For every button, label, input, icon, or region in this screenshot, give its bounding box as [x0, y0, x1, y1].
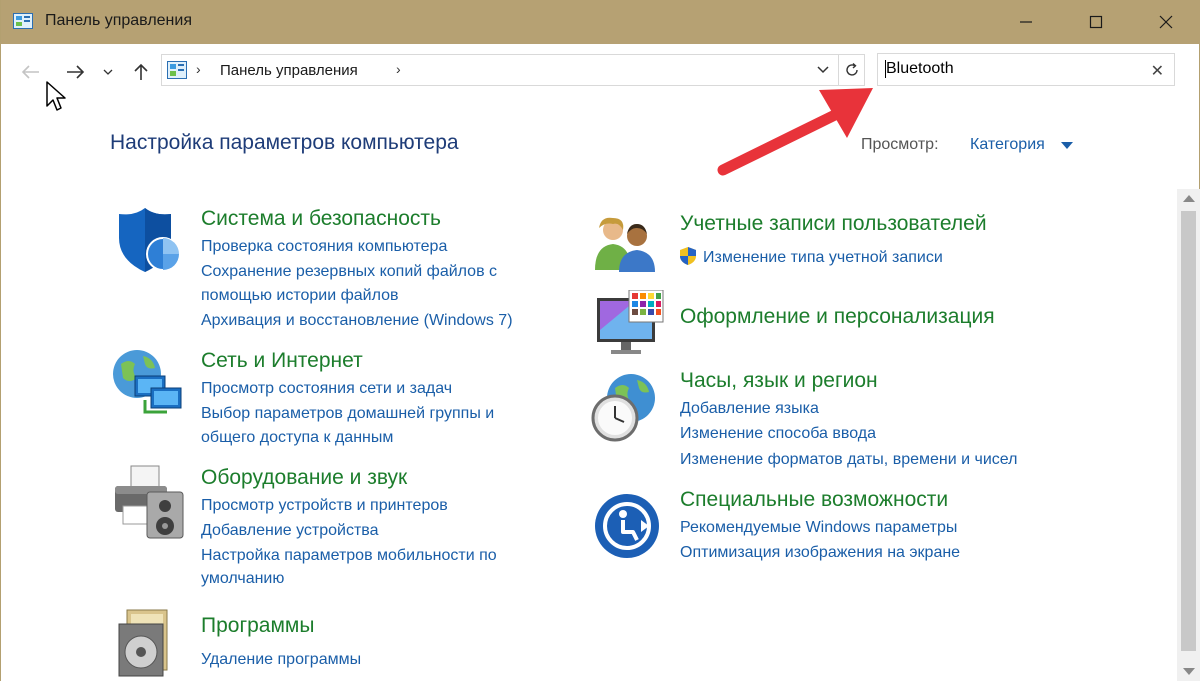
back-button[interactable] [19, 60, 43, 84]
link-add-device[interactable]: Добавление устройства [201, 521, 379, 541]
link-devices-printers[interactable]: Просмотр устройств и принтеров [201, 496, 448, 516]
minimize-icon [1020, 21, 1032, 23]
link-optimize-display[interactable]: Оптимизация изображения на экране [680, 543, 960, 563]
programs-disc-icon[interactable] [113, 608, 179, 678]
address-bar[interactable]: › Панель управления › [161, 54, 839, 86]
mouse-cursor-icon [46, 81, 66, 111]
link-network-status[interactable]: Просмотр состояния сети и задач [201, 379, 452, 399]
back-arrow-icon [21, 65, 39, 79]
link-change-date-formats[interactable]: Изменение форматов даты, времени и чисел [680, 450, 1017, 470]
link-file-history-backup-cont[interactable]: помощью истории файлов [201, 286, 399, 306]
control-panel-icon [13, 13, 33, 29]
refresh-icon [845, 62, 858, 76]
address-dropdown-icon[interactable] [816, 62, 830, 78]
page-title: Настройка параметров компьютера [110, 131, 459, 154]
up-button[interactable] [129, 60, 153, 84]
scrollbar-thumb[interactable] [1181, 211, 1196, 651]
title-bar: Панель управления [1, 0, 1200, 44]
link-add-language[interactable]: Добавление языка [680, 399, 819, 419]
recent-dropdown-icon [103, 69, 113, 75]
view-by-dropdown-arrow-icon[interactable] [1061, 142, 1073, 149]
link-change-input-method[interactable]: Изменение способа ввода [680, 424, 876, 444]
link-recommended-settings[interactable]: Рекомендуемые Windows параметры [680, 518, 957, 538]
category-title-system-security[interactable]: Система и безопасность [201, 207, 441, 231]
link-uninstall-program[interactable]: Удаление программы [201, 650, 361, 670]
category-title-clock-region[interactable]: Часы, язык и регион [680, 369, 878, 393]
search-box[interactable]: ✕ [877, 53, 1175, 86]
printer-icon[interactable] [111, 464, 187, 540]
network-globe-icon[interactable] [111, 348, 185, 418]
breadcrumb-control-panel[interactable]: Панель управления [220, 62, 358, 79]
shield-icon[interactable] [111, 208, 183, 274]
link-change-account-type[interactable]: Изменение типа учетной записи [703, 248, 943, 268]
uac-shield-icon [680, 247, 696, 265]
link-mobility-settings[interactable]: Настройка параметров мобильности по [201, 546, 497, 566]
vertical-scrollbar[interactable] [1177, 189, 1200, 681]
category-title-user-accounts[interactable]: Учетные записи пользователей [680, 212, 987, 236]
control-panel-icon [167, 61, 187, 79]
category-title-hardware-sound[interactable]: Оборудование и звук [201, 466, 407, 490]
monitor-palette-icon[interactable] [595, 290, 665, 358]
refresh-button[interactable] [839, 54, 865, 86]
accessibility-icon[interactable] [593, 492, 661, 560]
category-title-appearance[interactable]: Оформление и персонализация [680, 305, 995, 329]
maximize-button[interactable] [1061, 0, 1131, 44]
maximize-icon [1089, 15, 1103, 29]
link-homegroup-options[interactable]: Выбор параметров домашней группы и [201, 404, 494, 424]
scroll-down-icon[interactable] [1183, 668, 1195, 675]
up-arrow-icon [134, 63, 148, 80]
link-file-history-backup[interactable]: Сохранение резервных копий файлов с [201, 262, 497, 282]
category-title-programs[interactable]: Программы [201, 614, 314, 638]
breadcrumb-separator-icon[interactable]: › [396, 61, 401, 77]
close-icon [1159, 15, 1173, 29]
scroll-up-icon[interactable] [1183, 195, 1195, 202]
link-check-computer-status[interactable]: Проверка состояния компьютера [201, 237, 447, 257]
category-title-network-internet[interactable]: Сеть и Интернет [201, 349, 363, 373]
link-backup-restore-win7[interactable]: Архивация и восстановление (Windows 7) [201, 311, 513, 331]
clear-search-icon[interactable]: ✕ [1151, 61, 1164, 81]
link-mobility-settings-cont[interactable]: умолчанию [201, 569, 284, 589]
control-panel-window: Панель управления › Панель управления › … [0, 0, 1200, 681]
close-button[interactable] [1131, 0, 1200, 44]
link-homegroup-options-cont[interactable]: общего доступа к данным [201, 428, 393, 448]
minimize-button[interactable] [991, 0, 1061, 44]
search-input[interactable] [886, 58, 1136, 80]
recent-locations-button[interactable] [99, 60, 117, 84]
users-icon[interactable] [593, 214, 661, 272]
forward-arrow-icon [67, 65, 85, 79]
clock-globe-icon[interactable] [591, 372, 661, 444]
category-title-ease-of-access[interactable]: Специальные возможности [680, 488, 948, 512]
view-by-label: Просмотр: [861, 136, 939, 153]
view-by-dropdown[interactable]: Категория [970, 136, 1045, 154]
annotation-arrow-icon [717, 88, 873, 176]
breadcrumb-separator-icon[interactable]: › [196, 61, 201, 77]
window-title: Панель управления [45, 12, 192, 29]
